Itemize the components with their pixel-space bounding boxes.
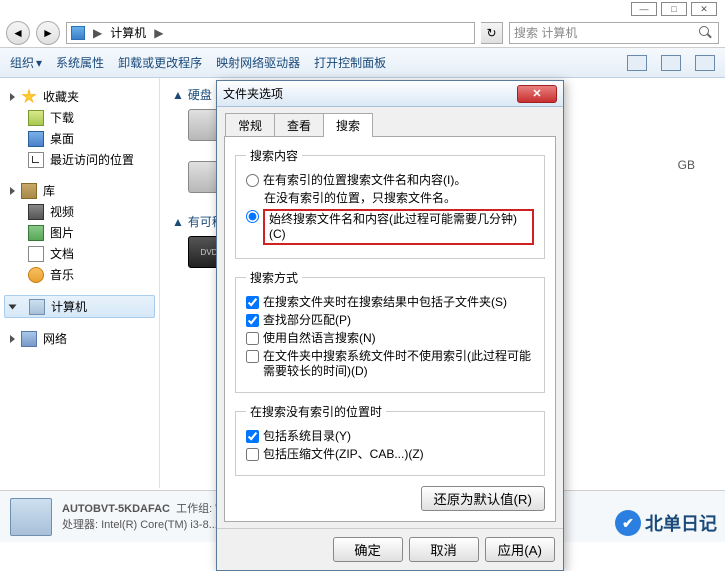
computer-icon: [71, 26, 85, 40]
checkbox-label: 在文件夹中搜索系统文件时不使用索引(此过程可能需要较长的时间)(D): [263, 349, 534, 379]
checkbox-label: 包括系统目录(Y): [263, 429, 351, 444]
checkbox-no-index[interactable]: [246, 350, 259, 363]
preview-pane-icon[interactable]: [661, 55, 681, 71]
video-icon: [28, 204, 44, 220]
sidebar-item-desktop[interactable]: 桌面: [4, 128, 155, 149]
radio-always-search[interactable]: [246, 210, 259, 223]
checkbox-system-dirs[interactable]: [246, 430, 259, 443]
search-input[interactable]: 搜索 计算机: [509, 22, 719, 44]
radio-indexed[interactable]: [246, 174, 259, 187]
radio-label: 在有索引的位置搜索文件名和内容(I)。: [263, 173, 466, 188]
sidebar-item-video[interactable]: 视频: [4, 201, 155, 222]
watermark-icon: ✔: [615, 510, 641, 536]
tab-view[interactable]: 查看: [274, 113, 324, 137]
network-group[interactable]: 网络: [4, 328, 155, 349]
refresh-button[interactable]: ↻: [481, 22, 503, 44]
map-drive-button[interactable]: 映射网络驱动器: [216, 54, 300, 71]
folder-options-dialog: 文件夹选项 ✕ 常规 查看 搜索 搜索内容 在有索引的位置搜索文件名和内容(I)…: [216, 80, 564, 571]
system-properties-button[interactable]: 系统属性: [56, 54, 104, 71]
minimize-button[interactable]: —: [631, 2, 657, 16]
size-label: GB: [678, 158, 695, 172]
group-legend: 在搜索没有索引的位置时: [246, 403, 386, 420]
libraries-group[interactable]: 库: [4, 180, 155, 201]
sidebar-item-computer[interactable]: 计算机: [4, 295, 155, 318]
cancel-button[interactable]: 取消: [409, 537, 479, 562]
location-text: 计算机: [110, 24, 146, 41]
network-icon: [21, 331, 37, 347]
checkbox-compressed[interactable]: [246, 448, 259, 461]
chevron-right-icon: ▶: [89, 26, 106, 40]
search-icon: [698, 25, 714, 41]
checkbox-label: 在搜索文件夹时在搜索结果中包括子文件夹(S): [263, 295, 507, 310]
radio-label-highlighted: 始终搜索文件名和内容(此过程可能需要几分钟)(C): [263, 209, 534, 245]
back-button[interactable]: ◄: [6, 21, 30, 45]
picture-icon: [28, 225, 44, 241]
search-method-group: 搜索方式 在搜索文件夹时在搜索结果中包括子文件夹(S) 查找部分匹配(P) 使用…: [235, 269, 545, 393]
checkbox-natural-lang[interactable]: [246, 332, 259, 345]
checkbox-label: 使用自然语言搜索(N): [263, 331, 376, 346]
sidebar-item-pictures[interactable]: 图片: [4, 222, 155, 243]
ok-button[interactable]: 确定: [333, 537, 403, 562]
computer-icon: [29, 299, 45, 315]
tab-search[interactable]: 搜索: [323, 113, 373, 137]
checkbox-partial[interactable]: [246, 314, 259, 327]
control-panel-button[interactable]: 打开控制面板: [314, 54, 386, 71]
checkbox-label: 包括压缩文件(ZIP、CAB...)(Z): [263, 447, 424, 462]
sidebar-item-downloads[interactable]: 下载: [4, 107, 155, 128]
sidebar: 收藏夹 下载 桌面 最近访问的位置 库 视频 图片 文档 音乐 计算机 网络: [0, 78, 160, 488]
tab-general[interactable]: 常规: [225, 113, 275, 137]
organize-menu[interactable]: 组织 ▾: [10, 54, 42, 71]
music-icon: [28, 267, 44, 283]
checkbox-subfolders[interactable]: [246, 296, 259, 309]
maximize-button[interactable]: □: [661, 2, 687, 16]
radio-sublabel: 在没有索引的位置，只搜索文件名。: [264, 191, 456, 206]
recent-icon: [28, 152, 44, 168]
sidebar-item-documents[interactable]: 文档: [4, 243, 155, 264]
apply-button[interactable]: 应用(A): [485, 537, 555, 562]
dialog-close-button[interactable]: ✕: [517, 85, 557, 103]
download-icon: [28, 110, 44, 126]
watermark: ✔ 北单日记: [615, 510, 717, 536]
star-icon: [21, 89, 37, 105]
sidebar-item-recent[interactable]: 最近访问的位置: [4, 149, 155, 170]
sidebar-item-music[interactable]: 音乐: [4, 264, 155, 285]
document-icon: [28, 246, 44, 262]
desktop-icon: [28, 131, 44, 147]
search-content-group: 搜索内容 在有索引的位置搜索文件名和内容(I)。 在没有索引的位置，只搜索文件名…: [235, 147, 545, 259]
forward-button[interactable]: ►: [36, 21, 60, 45]
search-placeholder: 搜索 计算机: [514, 24, 577, 41]
dialog-title: 文件夹选项: [223, 85, 283, 102]
checkbox-label: 查找部分匹配(P): [263, 313, 351, 328]
close-window-button[interactable]: ✕: [691, 2, 717, 16]
view-icon[interactable]: [627, 55, 647, 71]
uninstall-button[interactable]: 卸载或更改程序: [118, 54, 202, 71]
non-indexed-group: 在搜索没有索引的位置时 包括系统目录(Y) 包括压缩文件(ZIP、CAB...)…: [235, 403, 545, 476]
group-legend: 搜索方式: [246, 269, 302, 286]
chevron-right-icon: ▶: [150, 26, 167, 40]
address-bar[interactable]: ▶ 计算机 ▶: [66, 22, 475, 44]
favorites-group[interactable]: 收藏夹: [4, 86, 155, 107]
restore-defaults-button[interactable]: 还原为默认值(R): [421, 486, 545, 511]
group-legend: 搜索内容: [246, 147, 302, 164]
help-icon[interactable]: [695, 55, 715, 71]
computer-large-icon: [10, 498, 52, 536]
library-icon: [21, 183, 37, 199]
